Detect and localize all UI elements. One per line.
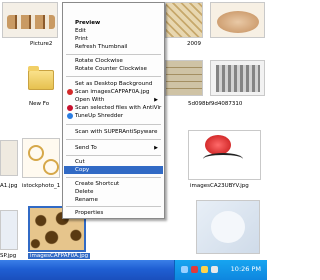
- menu-item-open-with[interactable]: Open With ▶: [64, 96, 163, 104]
- antivirus-scan-icon: [67, 89, 73, 95]
- image-content: [43, 159, 59, 175]
- thumbnail-picture-top-left[interactable]: [2, 2, 58, 38]
- thumbnail-istockphoto[interactable]: [22, 138, 60, 178]
- file-label[interactable]: imagesCA23UBYV.jpg: [190, 183, 249, 189]
- menu-item-delete[interactable]: Delete: [64, 188, 163, 196]
- taskbar-clock[interactable]: 10:26 PM: [231, 265, 261, 273]
- menu-item-rotate-clockwise[interactable]: Rotate Clockwise: [64, 57, 163, 65]
- menu-item-refresh-thumbnail[interactable]: Refresh Thumbnail: [64, 43, 163, 51]
- menu-item-label: Send To: [75, 145, 97, 151]
- image-content: [217, 11, 259, 33]
- file-label[interactable]: New Fo: [29, 101, 49, 107]
- file-label[interactable]: 2009: [187, 41, 201, 47]
- thumbnail-2009[interactable]: [210, 2, 265, 38]
- thumbnail-pattern[interactable]: [165, 2, 203, 38]
- file-label[interactable]: SP.jpg: [0, 253, 16, 259]
- menu-item-superantispyware[interactable]: Scan with SUPERAntiSpyware: [64, 128, 163, 136]
- network-icon[interactable]: [181, 266, 188, 273]
- image-content: [211, 211, 245, 243]
- context-menu: Preview Edit Print Refresh Thumbnail Rot…: [62, 2, 165, 219]
- menu-separator: [66, 177, 161, 178]
- image-content: [203, 153, 243, 165]
- menu-separator: [66, 206, 161, 207]
- thumbnail-blank[interactable]: [196, 200, 260, 254]
- menu-item-print[interactable]: Print: [64, 35, 163, 43]
- menu-item-label: TuneUp Shredder: [75, 113, 124, 119]
- menu-item-create-shortcut[interactable]: Create Shortcut: [64, 180, 163, 188]
- menu-item-label: Scan imagesCAFPAF0A.jpg: [75, 89, 150, 95]
- thumbnail-a1[interactable]: [0, 140, 18, 176]
- menu-item-cut[interactable]: Cut: [64, 158, 163, 166]
- menu-item-properties[interactable]: Properties: [64, 209, 163, 217]
- rose-image: [205, 135, 231, 155]
- menu-separator: [66, 155, 161, 156]
- menu-item-rename[interactable]: Rename: [64, 196, 163, 204]
- menu-item-label: Open With: [75, 97, 105, 103]
- submenu-arrow-icon: ▶: [154, 145, 158, 151]
- menu-separator: [66, 54, 161, 55]
- menu-item-scan-antivir[interactable]: Scan selected files with AntiVir: [64, 104, 163, 112]
- antivir-umbrella-icon: [67, 105, 73, 111]
- submenu-arrow-icon: ▶: [154, 97, 158, 103]
- menu-item-set-desktop-background[interactable]: Set as Desktop Background: [64, 80, 163, 88]
- thumbnail-imagesca23[interactable]: [188, 130, 261, 180]
- menu-item-copy[interactable]: Copy: [64, 166, 163, 174]
- menu-item-label: Scan selected files with AntiVir: [75, 105, 162, 111]
- thumbnail-tiles[interactable]: [165, 60, 203, 96]
- taskbar: 10:26 PM: [0, 260, 267, 280]
- thumbnail-5d098[interactable]: [210, 60, 265, 96]
- thumbnail-sp[interactable]: [0, 210, 18, 250]
- menu-item-scan[interactable]: Scan imagesCAFPAF0A.jpg: [64, 88, 163, 96]
- menu-separator: [66, 139, 161, 140]
- menu-separator: [66, 124, 161, 125]
- folder-icon[interactable]: [28, 66, 54, 90]
- file-label[interactable]: 5d098bf9d4087310: [188, 101, 242, 107]
- image-content: [7, 15, 55, 29]
- menu-item-edit[interactable]: Edit: [64, 27, 163, 35]
- file-label-selected[interactable]: imagesCAFPAF0A.jpg: [28, 253, 91, 259]
- menu-item-rotate-counter-clockwise[interactable]: Rotate Counter Clockwise: [64, 65, 163, 73]
- antivirus-tray-icon[interactable]: [191, 266, 198, 273]
- shield-icon[interactable]: [201, 266, 208, 273]
- file-label[interactable]: Picture2: [30, 41, 52, 47]
- menu-item-preview[interactable]: Preview: [64, 19, 163, 27]
- image-content: [216, 65, 260, 92]
- volume-icon[interactable]: [211, 266, 218, 273]
- menu-item-tuneup-shredder[interactable]: TuneUp Shredder: [64, 112, 163, 120]
- system-tray: 10:26 PM: [174, 260, 267, 280]
- file-label[interactable]: istockphoto_1: [22, 183, 60, 189]
- menu-item-send-to[interactable]: Send To ▶: [64, 144, 163, 152]
- image-content: [28, 145, 44, 161]
- menu-separator: [66, 76, 161, 77]
- file-label[interactable]: A1.jpg: [0, 183, 18, 189]
- tuneup-shredder-icon: [67, 113, 73, 119]
